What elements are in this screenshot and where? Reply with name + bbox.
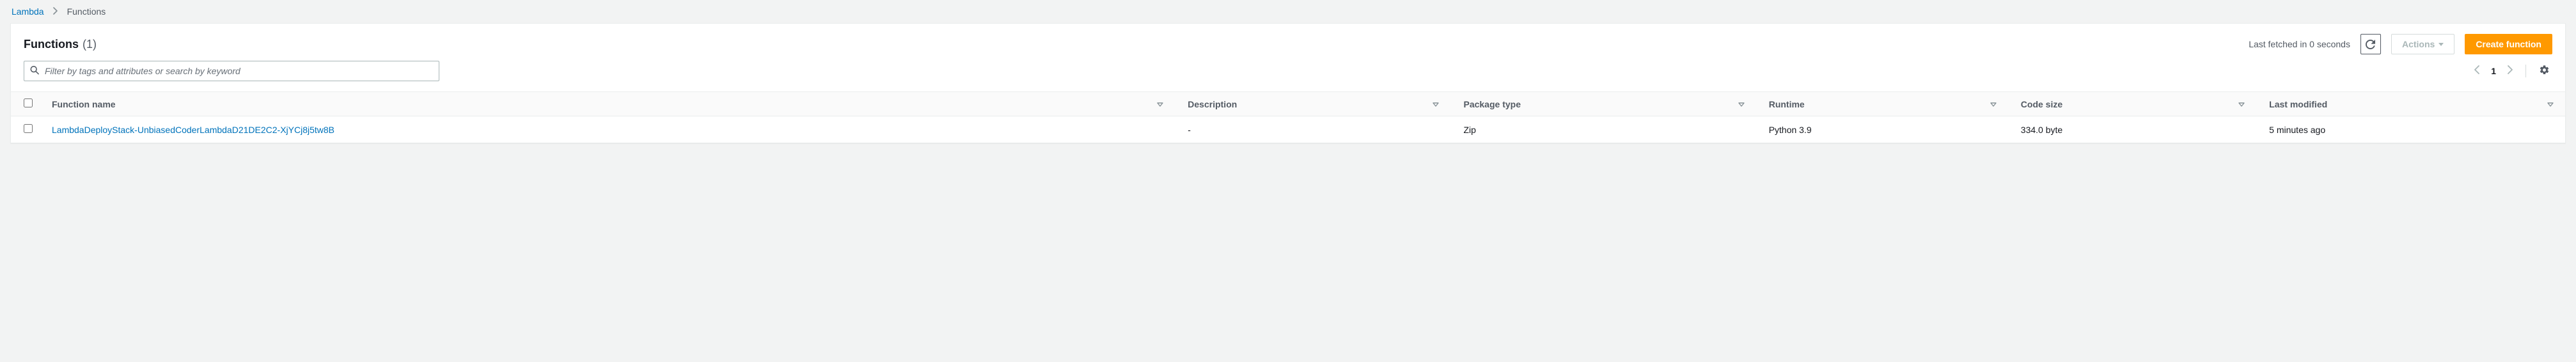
col-last-modified[interactable]: Last modified	[2256, 92, 2565, 116]
search-icon	[30, 66, 39, 77]
table-row: LambdaDeployStack-UnbiasedCoderLambdaD21…	[11, 116, 2565, 143]
actions-button[interactable]: Actions	[2391, 34, 2454, 54]
cell-description: -	[1175, 116, 1450, 143]
search-input[interactable]	[24, 61, 439, 81]
pager-next[interactable]	[2505, 63, 2515, 80]
col-label: Last modified	[2269, 99, 2327, 109]
sort-icon	[1738, 99, 1745, 109]
gear-icon	[2539, 65, 2550, 75]
pager-prev[interactable]	[2472, 63, 2482, 80]
sort-icon	[1433, 99, 1439, 109]
page-title: Functions	[24, 38, 79, 51]
title-wrap: Functions (1)	[24, 38, 2238, 51]
col-label: Description	[1188, 99, 1237, 109]
select-all-checkbox[interactable]	[24, 98, 33, 107]
actions-button-label: Actions	[2402, 39, 2435, 49]
col-label: Package type	[1463, 99, 1521, 109]
breadcrumb-current: Functions	[67, 6, 106, 17]
col-function-name[interactable]: Function name	[39, 92, 1175, 116]
refresh-button[interactable]	[2360, 34, 2381, 54]
breadcrumb: Lambda Functions	[0, 0, 2576, 23]
caret-down-icon	[2439, 43, 2444, 46]
filter-row: 1	[11, 57, 2565, 91]
page-title-count: (1)	[82, 38, 97, 51]
row-checkbox[interactable]	[24, 124, 33, 133]
col-label: Code size	[2021, 99, 2062, 109]
col-runtime[interactable]: Runtime	[1756, 92, 2008, 116]
divider	[2525, 65, 2526, 77]
cell-last-modified: 5 minutes ago	[2256, 116, 2565, 143]
create-function-button[interactable]: Create function	[2465, 34, 2552, 54]
pager: 1	[2472, 63, 2515, 80]
col-code-size[interactable]: Code size	[2008, 92, 2256, 116]
function-name-link[interactable]: LambdaDeployStack-UnbiasedCoderLambdaD21…	[52, 125, 334, 135]
chevron-right-icon	[53, 7, 58, 17]
last-fetched-text: Last fetched in 0 seconds	[2249, 39, 2350, 49]
refresh-icon	[2366, 40, 2375, 49]
pager-current: 1	[2491, 66, 2496, 76]
col-package-type[interactable]: Package type	[1450, 92, 1755, 116]
cell-runtime: Python 3.9	[1756, 116, 2008, 143]
breadcrumb-root-link[interactable]: Lambda	[12, 6, 44, 17]
panel-header: Functions (1) Last fetched in 0 seconds …	[11, 24, 2565, 57]
select-all-header	[11, 92, 39, 116]
functions-panel: Functions (1) Last fetched in 0 seconds …	[10, 23, 2566, 143]
settings-button[interactable]	[2536, 62, 2552, 80]
functions-table: Function name Description Package type R…	[11, 91, 2565, 143]
sort-icon	[2238, 99, 2245, 109]
sort-icon	[1157, 99, 1163, 109]
table-header-row: Function name Description Package type R…	[11, 92, 2565, 116]
col-description[interactable]: Description	[1175, 92, 1450, 116]
sort-icon	[2547, 99, 2554, 109]
sort-icon	[1990, 99, 1997, 109]
cell-package-type: Zip	[1450, 116, 1755, 143]
col-label: Function name	[52, 99, 116, 109]
col-label: Runtime	[1769, 99, 1805, 109]
search-wrap	[24, 61, 439, 81]
cell-code-size: 334.0 byte	[2008, 116, 2256, 143]
